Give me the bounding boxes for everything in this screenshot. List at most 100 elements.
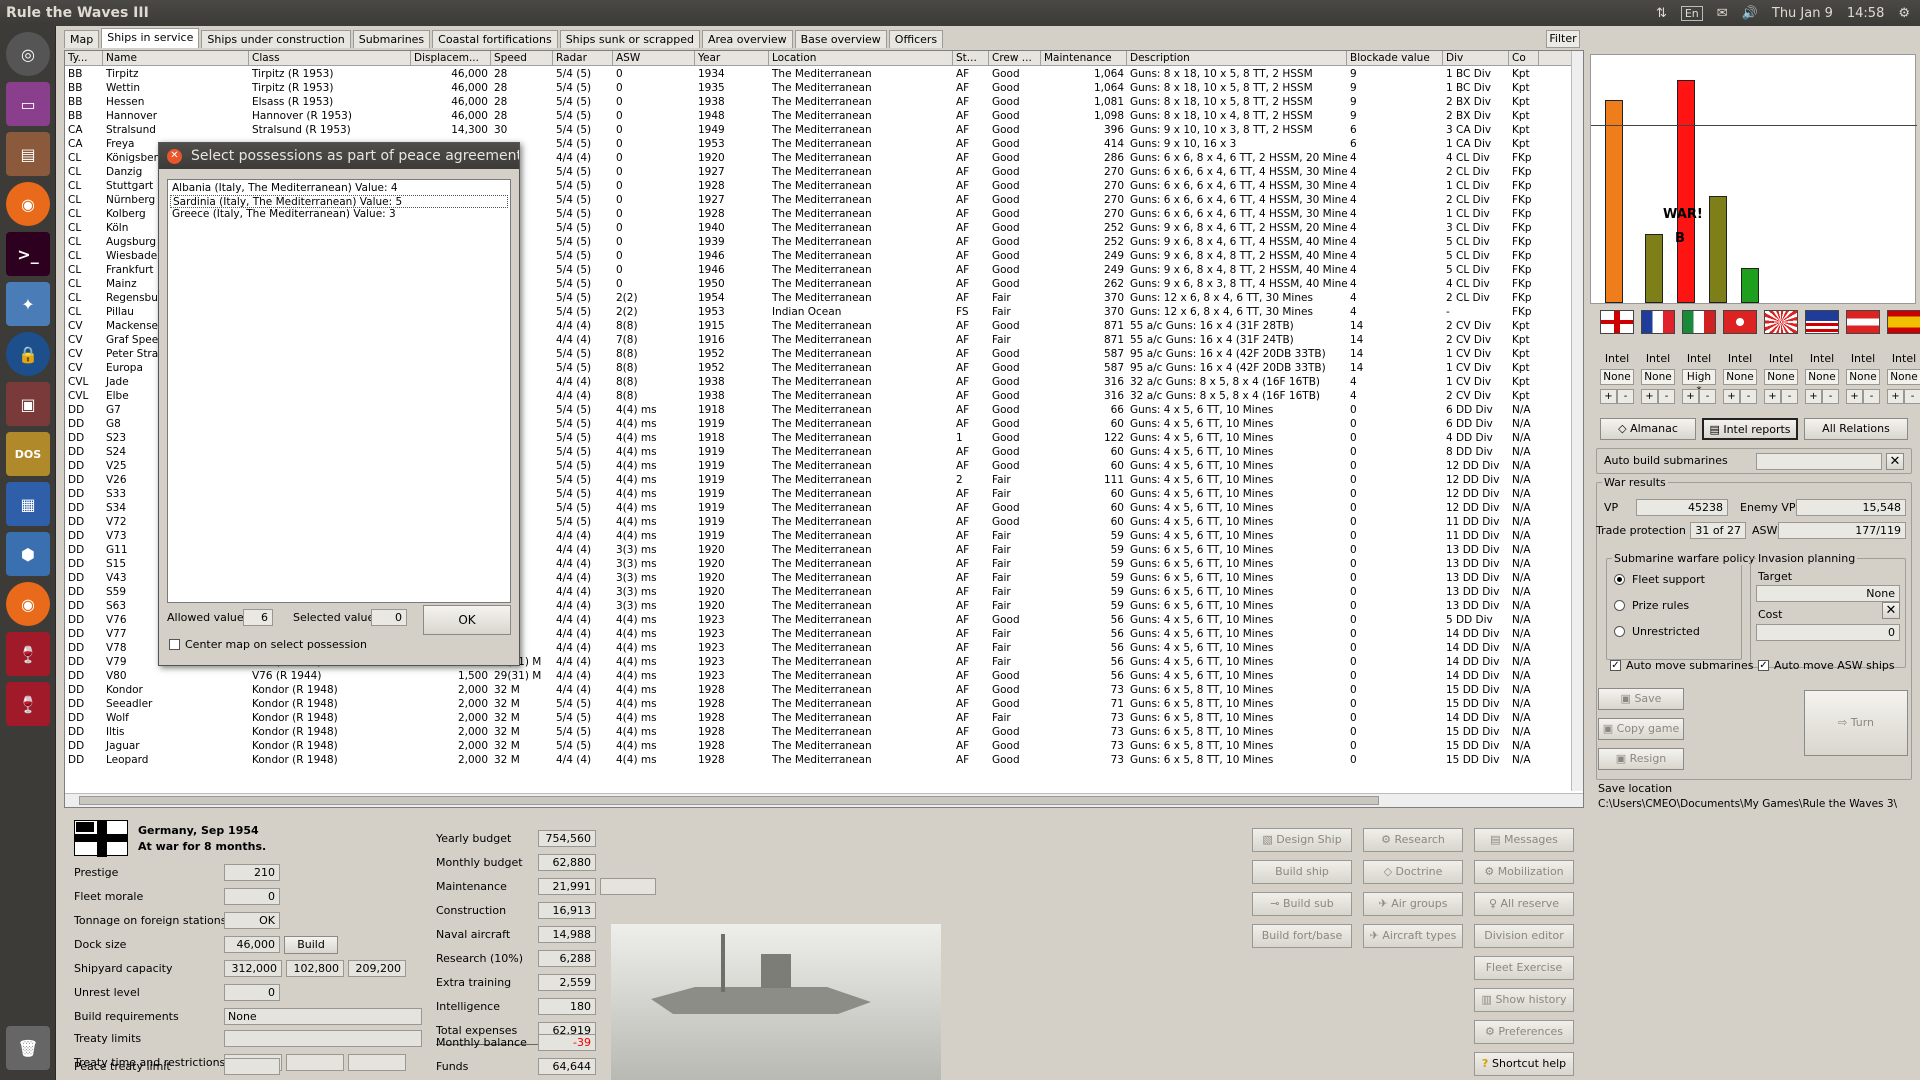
table-row[interactable]: BB Hannover Hannover (R 1953) 46,000 28 5/4 (…: [65, 109, 1573, 123]
maintenance-extra-field[interactable]: [600, 878, 656, 895]
intel-minus-button[interactable]: -: [1863, 389, 1880, 404]
build-fort-button[interactable]: Build fort/base: [1252, 924, 1352, 948]
time-indicator[interactable]: 14:58: [1847, 6, 1884, 21]
possession-item[interactable]: Greece (Italy, The Mediterranean) Value:…: [170, 208, 508, 221]
keyboard-language-indicator[interactable]: En: [1680, 5, 1703, 21]
all-reserve-button[interactable]: ♀ All reserve: [1474, 892, 1574, 916]
dash-home-icon[interactable]: ◎: [6, 32, 50, 76]
fleet-exercise-button[interactable]: Fleet Exercise: [1474, 956, 1574, 980]
trash-icon[interactable]: 🗑: [6, 1026, 50, 1070]
column-header[interactable]: Blockade value: [1347, 51, 1443, 66]
flag-usa[interactable]: [1805, 310, 1839, 334]
design-ship-button[interactable]: ▧ Design Ship: [1252, 828, 1352, 852]
volume-icon[interactable]: 🔊: [1742, 6, 1758, 21]
column-header[interactable]: Radar: [553, 51, 613, 66]
almanac-button[interactable]: ◇ Almanac: [1600, 418, 1696, 440]
auto-move-subs-checkbox[interactable]: ✓: [1610, 660, 1621, 671]
doctrine-button[interactable]: ◇ Doctrine: [1363, 860, 1463, 884]
intel-plus-button[interactable]: +: [1600, 389, 1617, 404]
target-clear-icon[interactable]: ✕: [1882, 602, 1900, 619]
tab-ships-under-construction[interactable]: Ships under construction: [201, 30, 351, 48]
auto-build-clear-icon[interactable]: ✕: [1886, 453, 1904, 470]
column-header[interactable]: Name: [103, 51, 249, 66]
ok-button[interactable]: OK: [423, 605, 511, 635]
network-icon[interactable]: ⇅: [1656, 6, 1667, 21]
auto-build-subs-field[interactable]: [1756, 453, 1882, 470]
column-header[interactable]: Location: [769, 51, 953, 66]
column-header[interactable]: Ty...: [65, 51, 103, 66]
flag-japan[interactable]: [1764, 310, 1798, 334]
all-relations-button[interactable]: All Relations: [1804, 418, 1908, 440]
column-header[interactable]: Co: [1509, 51, 1539, 66]
writer-icon[interactable]: ▦: [6, 482, 50, 526]
table-row[interactable]: DD Wolf Kondor (R 1948) 2,000 32 M 5/4 (5) 4(4…: [65, 711, 1573, 725]
build-dock-button[interactable]: Build: [284, 936, 338, 954]
intel-plus-button[interactable]: +: [1641, 389, 1658, 404]
prize-rules-radio[interactable]: [1614, 600, 1625, 611]
table-row[interactable]: BB Tirpitz Tirpitz (R 1953) 46,000 28 5/4 (5)…: [65, 67, 1573, 81]
copy-game-button[interactable]: ▣ Copy game: [1598, 718, 1684, 740]
intel-plus-button[interactable]: +: [1682, 389, 1699, 404]
research-button[interactable]: ⚙ Research: [1363, 828, 1463, 852]
vertical-scrollbar[interactable]: [1571, 51, 1583, 791]
intel-minus-button[interactable]: -: [1617, 389, 1634, 404]
tab-ships-sunk-or-scrapped[interactable]: Ships sunk or scrapped: [559, 30, 700, 48]
flag-spain[interactable]: [1887, 310, 1920, 334]
settings-gear-icon[interactable]: ⚙: [1898, 6, 1910, 21]
center-map-checkbox[interactable]: [169, 639, 180, 650]
dosbox-icon[interactable]: DOS: [6, 432, 50, 476]
table-row[interactable]: DD Iltis Kondor (R 1948) 2,000 32 M 5/4 (5) 4(…: [65, 725, 1573, 739]
messages-button[interactable]: ▤ Messages: [1474, 828, 1574, 852]
intel-minus-button[interactable]: -: [1740, 389, 1757, 404]
possession-item[interactable]: Albania (Italy, The Mediterranean) Value…: [170, 182, 508, 195]
aircraft-types-button[interactable]: ✈ Aircraft types: [1363, 924, 1463, 948]
save-button[interactable]: ▣ Save: [1598, 688, 1684, 710]
possessions-list[interactable]: Albania (Italy, The Mediterranean) Value…: [167, 179, 511, 603]
tab-officers[interactable]: Officers: [888, 30, 944, 48]
build-ship-button[interactable]: Build ship: [1252, 860, 1352, 884]
table-row[interactable]: CA Stralsund Stralsund (R 1953) 14,300 30 5/4…: [65, 123, 1573, 137]
filter-button[interactable]: Filter: [1546, 30, 1580, 48]
lock-icon[interactable]: 🔒: [6, 332, 50, 376]
intel-plus-button[interactable]: +: [1764, 389, 1781, 404]
column-header[interactable]: St...: [953, 51, 989, 66]
possession-item[interactable]: Sardinia (Italy, The Mediterranean) Valu…: [170, 195, 508, 208]
scrollbar-thumb[interactable]: [79, 796, 1379, 805]
turn-button[interactable]: ⇨ Turn: [1804, 690, 1908, 756]
virtualbox-icon[interactable]: ⬢: [6, 532, 50, 576]
table-row[interactable]: BB Hessen Elsass (R 1953) 46,000 28 5/4 (5) 0 1…: [65, 95, 1573, 109]
table-row[interactable]: DD Seeadler Kondor (R 1948) 2,000 32 M 5/4 (5…: [65, 697, 1573, 711]
tab-area-overview[interactable]: Area overview: [701, 30, 793, 48]
intel-plus-button[interactable]: +: [1805, 389, 1822, 404]
flag-russia[interactable]: [1723, 310, 1757, 334]
table-row[interactable]: DD Leopard Kondor (R 1948) 2,000 32 M 4/4 (4)…: [65, 753, 1573, 767]
app-window-icon[interactable]: ▣: [6, 382, 50, 426]
flag-france[interactable]: [1641, 310, 1675, 334]
air-groups-button[interactable]: ✈ Air groups: [1363, 892, 1463, 916]
resign-button[interactable]: ▣ Resign: [1598, 748, 1684, 770]
intel-plus-button[interactable]: +: [1846, 389, 1863, 404]
build-sub-button[interactable]: ⊸ Build sub: [1252, 892, 1352, 916]
mobilization-button[interactable]: ⚙ Mobilization: [1474, 860, 1574, 884]
auto-move-asw-checkbox[interactable]: ✓: [1758, 660, 1769, 671]
flag-italy[interactable]: [1682, 310, 1716, 334]
mail-icon[interactable]: ✉: [1717, 6, 1728, 21]
flag-austria[interactable]: [1846, 310, 1880, 334]
window-app-icon[interactable]: ▭: [6, 82, 50, 126]
column-header[interactable]: Crew ...: [989, 51, 1041, 66]
intel-minus-button[interactable]: -: [1904, 389, 1920, 404]
unrestricted-radio[interactable]: [1614, 626, 1625, 637]
tab-submarines[interactable]: Submarines: [352, 30, 431, 48]
column-header[interactable]: Speed: [491, 51, 553, 66]
column-header[interactable]: Description: [1127, 51, 1347, 66]
column-header[interactable]: Year: [695, 51, 769, 66]
column-header[interactable]: ASW: [613, 51, 695, 66]
firefox-icon[interactable]: ◉: [6, 182, 50, 226]
division-editor-button[interactable]: Division editor: [1474, 924, 1574, 948]
intel-plus-button[interactable]: +: [1887, 389, 1904, 404]
intel-reports-button[interactable]: ▤ Intel reports: [1702, 418, 1798, 440]
table-row[interactable]: DD Jaguar Kondor (R 1948) 2,000 32 M 5/4 (5) 4…: [65, 739, 1573, 753]
date-indicator[interactable]: Thu Jan 9: [1772, 6, 1833, 21]
wine-secondary-icon[interactable]: 🍷: [6, 682, 50, 726]
intel-plus-button[interactable]: +: [1723, 389, 1740, 404]
